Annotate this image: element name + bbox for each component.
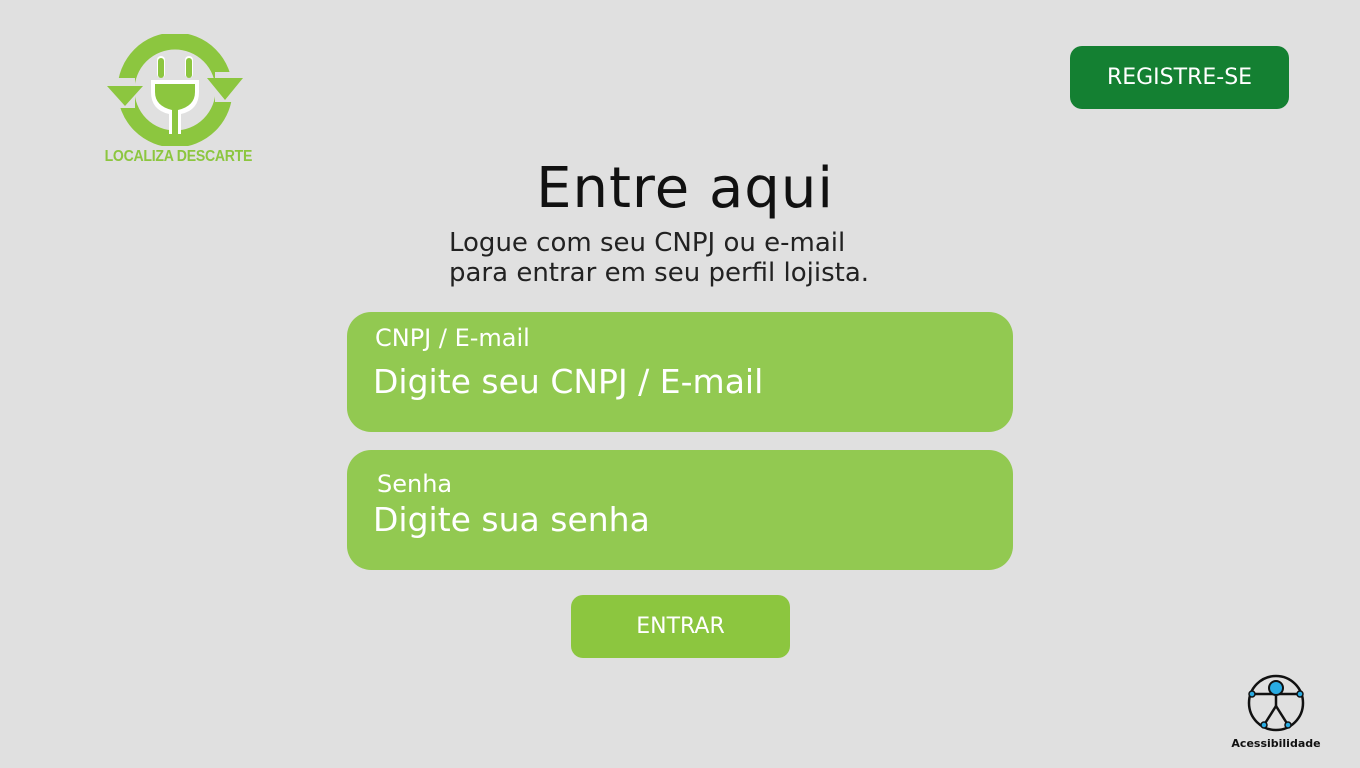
- register-button[interactable]: REGISTRE-SE: [1070, 46, 1289, 109]
- brand-logo: LOCALIZA DESCARTE: [95, 34, 255, 174]
- password-input[interactable]: [373, 500, 973, 539]
- plug-recycle-icon: [105, 34, 245, 146]
- page-subtitle: Logue com seu CNPJ ou e-mail para entrar…: [449, 228, 869, 288]
- page-title: Entre aqui: [536, 156, 834, 221]
- accessibility-icon: [1247, 674, 1305, 732]
- password-field-label: Senha: [377, 470, 453, 498]
- id-field-label: CNPJ / E-mail: [375, 324, 530, 352]
- enter-button[interactable]: ENTRAR: [571, 595, 790, 658]
- accessibility-label: Acessibilidade: [1231, 737, 1321, 750]
- subtitle-line-1: Logue com seu CNPJ ou e-mail: [449, 228, 846, 258]
- password-field[interactable]: Senha: [347, 450, 1013, 570]
- subtitle-line-2: para entrar em seu perfil lojista.: [449, 258, 870, 288]
- accessibility-button[interactable]: Acessibilidade: [1228, 672, 1324, 758]
- id-field[interactable]: CNPJ / E-mail: [347, 312, 1013, 432]
- id-input[interactable]: [373, 362, 973, 401]
